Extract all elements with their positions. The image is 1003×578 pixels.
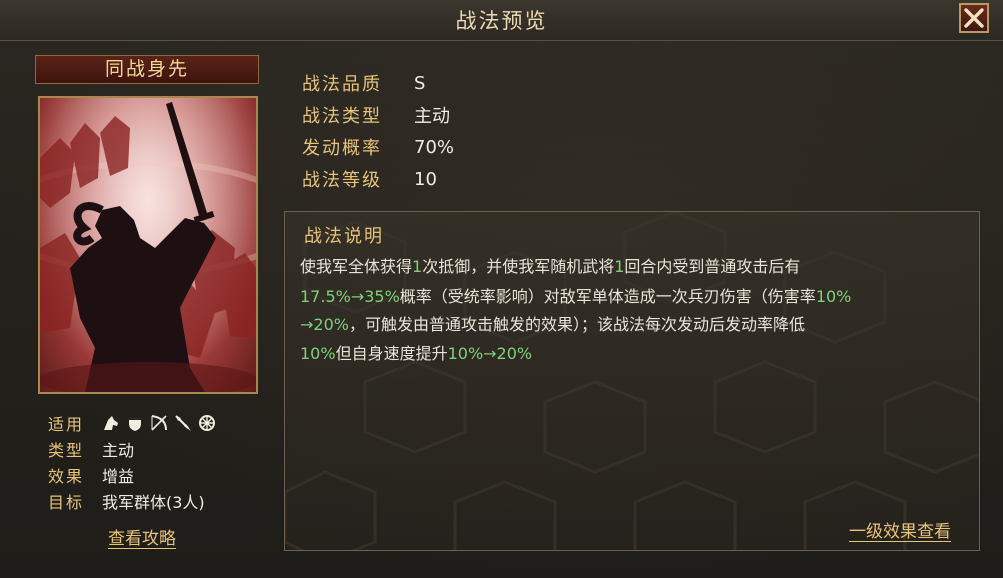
description-text: 概率（受统率影响）对敌军单体造成一次兵刃伤害（伤害率 xyxy=(399,287,816,306)
info-target: 目标 我军群体(3人) xyxy=(48,489,205,513)
stat-level: 战法等级 10 xyxy=(302,165,437,193)
stat-value: 主动 xyxy=(414,106,450,127)
description-title: 战法说明 xyxy=(304,226,384,247)
description-line: 10%但自身速度提升10%→20% xyxy=(300,340,532,364)
highlight-value: 1 xyxy=(412,257,423,276)
description-text: 回合内受到普通攻击后有 xyxy=(624,257,801,276)
info-type: 类型 主动 xyxy=(48,437,134,461)
stat-trigger-rate: 发动概率 70% xyxy=(302,133,454,161)
warrior-silhouette-image xyxy=(40,98,256,392)
highlight-value: 1 xyxy=(614,257,625,276)
description-text: 但自身速度提升 xyxy=(335,344,448,363)
page-title: 战法预览 xyxy=(455,9,548,33)
description-box: 战法说明 使我军全体获得1次抵御，并使我军随机武将1回合内受到普通攻击后有 17… xyxy=(284,211,980,551)
spear-icon xyxy=(174,414,192,432)
highlight-value: 17.5%→35% xyxy=(300,287,400,306)
highlight-value: 10% xyxy=(300,344,336,363)
cavalry-icon xyxy=(102,414,120,432)
view-level1-effects-link[interactable]: 一级效果查看 xyxy=(849,517,951,542)
skill-name: 同战身先 xyxy=(104,58,189,80)
title-bar: 战法预览 xyxy=(0,0,1003,41)
close-button[interactable] xyxy=(959,3,989,33)
info-effect: 效果 增益 xyxy=(48,463,134,487)
stat-label: 战法等级 xyxy=(302,170,382,191)
type-value: 主动 xyxy=(102,441,135,460)
stat-value: 10 xyxy=(414,168,437,190)
target-value: 我军群体(3人) xyxy=(102,493,205,512)
target-label: 目标 xyxy=(48,493,85,512)
skill-card-art xyxy=(38,96,258,394)
description-line: 使我军全体获得1次抵御，并使我军随机武将1回合内受到普通攻击后有 xyxy=(300,253,800,277)
stat-quality: 战法品质 S xyxy=(302,69,425,97)
skill-name-plate: 同战身先 xyxy=(35,55,259,84)
description-text: 次抵御，并使我军随机武将 xyxy=(422,257,615,276)
highlight-value: →20% xyxy=(300,315,349,334)
unit-type-icons xyxy=(102,414,216,432)
applicable-label: 适用 xyxy=(48,415,85,434)
description-text: 使我军全体获得 xyxy=(300,257,413,276)
description-line: →20%，可触发由普通攻击触发的效果）；该战法每次发动后发动率降低 xyxy=(300,311,805,335)
view-guide-link[interactable]: 查看攻略 xyxy=(108,524,176,549)
info-applicable: 适用 xyxy=(48,411,216,435)
effect-label: 效果 xyxy=(48,467,85,486)
skill-preview-panel: 战法预览 同战身先 适用 类型 主动 效果 增益 目标 我军群体(3人) 查看攻… xyxy=(0,0,1003,578)
bow-icon xyxy=(150,414,168,432)
description-line: 17.5%→35%概率（受统率影响）对敌军单体造成一次兵刃伤害（伤害率10% xyxy=(300,283,851,307)
stat-label: 战法品质 xyxy=(302,74,382,95)
stat-type: 战法类型 主动 xyxy=(302,101,450,129)
stat-value: S xyxy=(414,72,426,94)
description-text: ，可触发由普通攻击触发的效果）；该战法每次发动后发动率降低 xyxy=(348,315,805,334)
type-label: 类型 xyxy=(48,441,85,460)
stat-label: 发动概率 xyxy=(302,138,382,159)
close-icon xyxy=(964,8,984,28)
wheel-icon xyxy=(198,414,216,432)
stat-label: 战法类型 xyxy=(302,106,382,127)
stat-value: 70% xyxy=(414,136,455,158)
highlight-value: 10% xyxy=(815,287,852,306)
shield-icon xyxy=(126,414,144,432)
effect-value: 增益 xyxy=(102,467,135,486)
highlight-value: 10%→20% xyxy=(447,344,533,363)
